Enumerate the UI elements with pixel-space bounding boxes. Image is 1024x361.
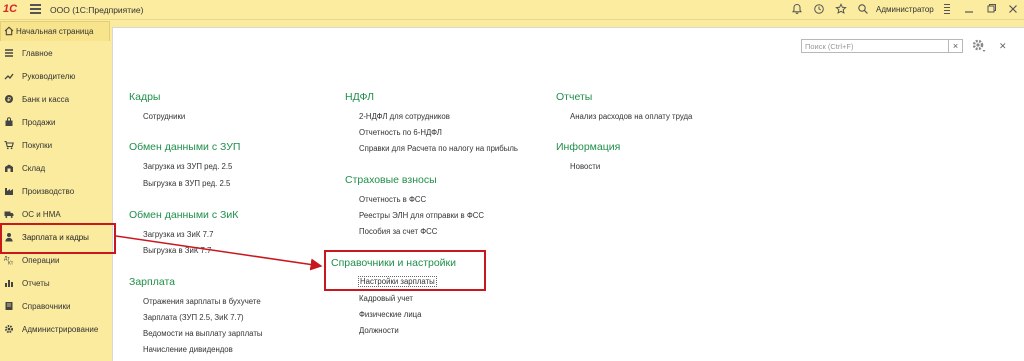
annotation-arrow [115,235,323,271]
